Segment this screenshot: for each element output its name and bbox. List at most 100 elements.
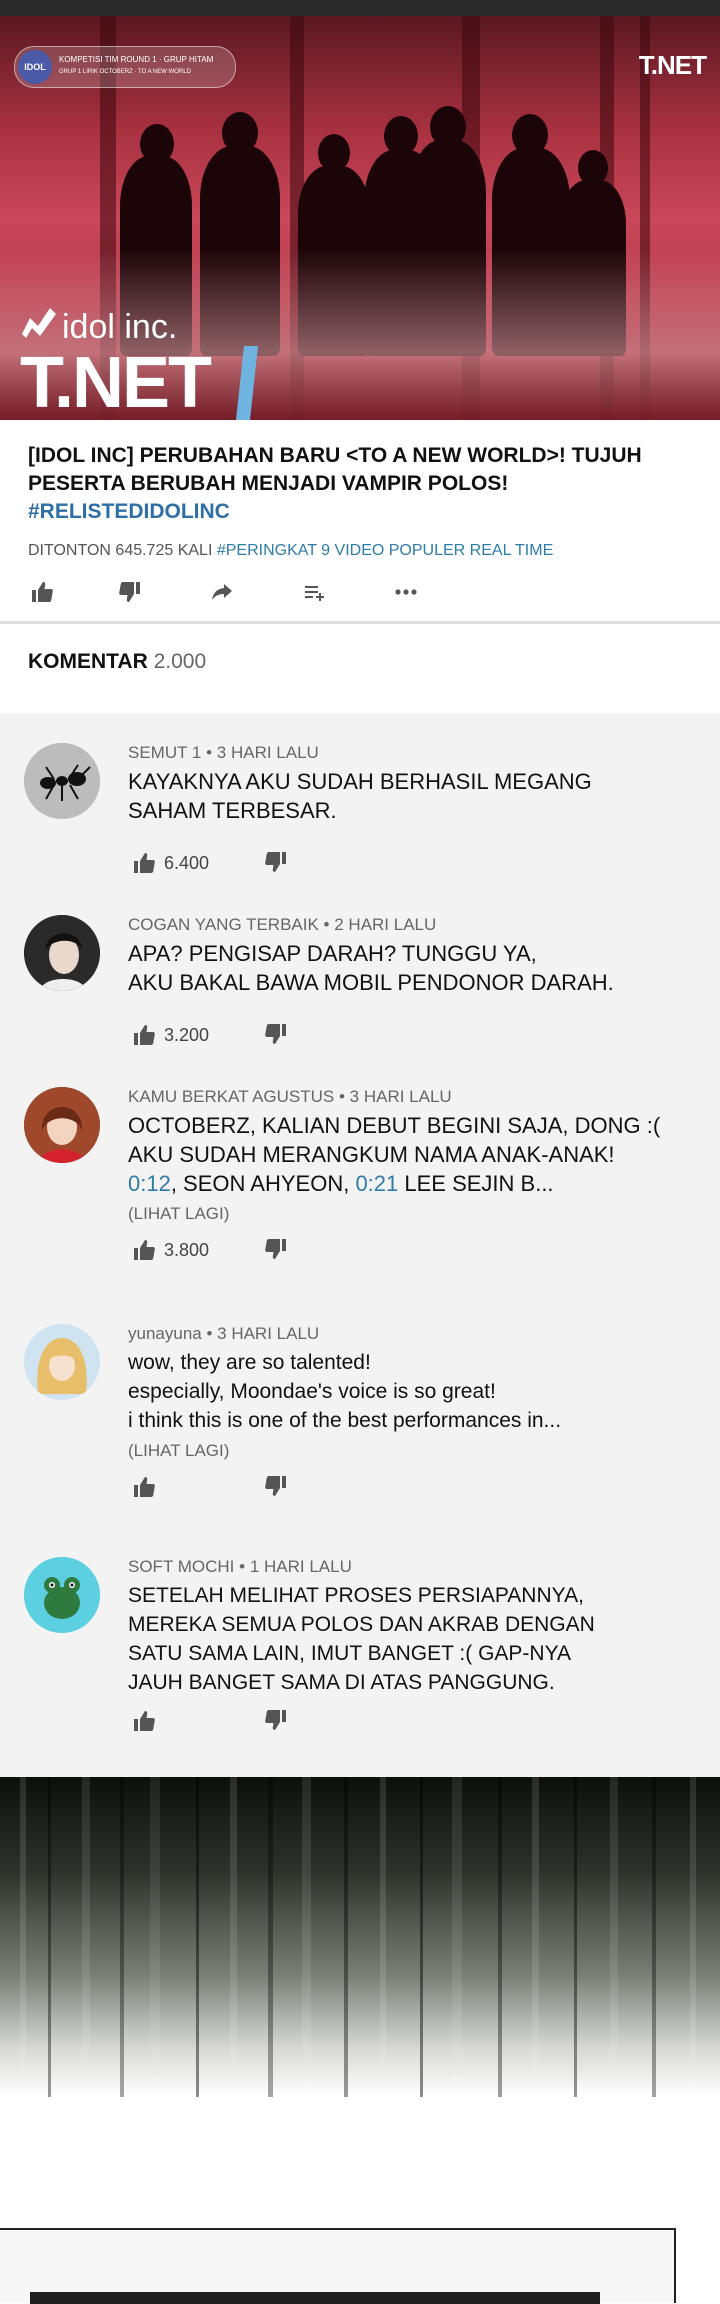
comment-text: OCTOBERZ, KALIAN DEBUT BEGINI SAJA, DONG… bbox=[128, 1111, 688, 1198]
comment-time: 2 HARI LALU bbox=[334, 915, 437, 934]
read-more-link[interactable]: (LIHAT LAGI) bbox=[128, 1441, 229, 1461]
share-button[interactable] bbox=[208, 578, 236, 606]
timestamp-link[interactable]: 0:21 bbox=[355, 1171, 398, 1196]
comment-time: 3 HARI LALU bbox=[216, 743, 319, 762]
ranking-link[interactable]: #PERINGKAT 9 VIDEO POPULER REAL TIME bbox=[217, 542, 553, 559]
comment-time: 1 HARI LALU bbox=[249, 1557, 352, 1576]
comment-line: 0:12, SEON AHYEON, 0:21 LEE SEJIN B... bbox=[128, 1169, 688, 1198]
comment-dislike-button[interactable] bbox=[264, 1022, 290, 1048]
like-count: 3.200 bbox=[164, 1024, 210, 1045]
dislike-icon bbox=[265, 1710, 286, 1730]
comment-author[interactable]: COGAN YANG TERBAIK bbox=[128, 915, 319, 934]
like-icon bbox=[134, 853, 155, 873]
divider bbox=[0, 621, 720, 624]
top-bar bbox=[0, 0, 720, 16]
comment-line: SATU SAMA LAIN, IMUT BANGET :( GAP-NYA bbox=[128, 1642, 572, 1665]
comment-author[interactable]: yunayuna bbox=[128, 1324, 202, 1343]
comment-line: especially, Moondae's voice is so great! bbox=[128, 1380, 496, 1403]
comment-text: KAYAKNYA AKU SUDAH BERHASIL MEGANG SAHAM… bbox=[128, 767, 688, 825]
read-more-link[interactable]: (LIHAT LAGI) bbox=[128, 1204, 229, 1224]
comment-list: SEMUT 1 • 3 HARI LALU KAYAKNYA AKU SUDAH… bbox=[0, 713, 720, 1777]
comment-time: 3 HARI LALU bbox=[349, 1087, 452, 1106]
dislike-icon bbox=[265, 1476, 286, 1496]
comment-meta: KAMU BERKAT AGUSTUS • 3 HARI LALU bbox=[128, 1087, 452, 1106]
girl-avatar-icon bbox=[24, 1087, 100, 1163]
dislike-icon bbox=[265, 1024, 286, 1044]
comment-line: SETELAH MELIHAT PROSES PERSIAPANNYA, bbox=[128, 1584, 584, 1607]
add-to-playlist-button[interactable] bbox=[300, 578, 328, 606]
comment-text-segment: , SEON AHYEON, bbox=[170, 1171, 356, 1196]
dislike-icon bbox=[119, 582, 140, 602]
comment-line: wow, they are so talented! bbox=[128, 1351, 371, 1374]
comment-dislike-button[interactable] bbox=[264, 850, 290, 876]
comment-line: OCTOBERZ, KALIAN DEBUT BEGINI SAJA, DONG… bbox=[128, 1113, 661, 1138]
like-count: 6.400 bbox=[164, 852, 210, 873]
timestamp-link[interactable]: 0:12 bbox=[128, 1171, 171, 1196]
comment-line: JAUH BANGET SAMA DI ATAS PANGGUNG. bbox=[128, 1671, 555, 1694]
more-icon bbox=[395, 589, 417, 595]
comment-line: KAYAKNYA AKU SUDAH BERHASIL MEGANG bbox=[128, 769, 592, 794]
like-icon bbox=[32, 582, 53, 602]
comment-like-button[interactable] bbox=[132, 1708, 164, 1734]
comment-like-button[interactable]: 6.400 bbox=[132, 850, 209, 876]
next-panel-content bbox=[30, 2292, 600, 2304]
comment-line: AKU BAKAL BAWA MOBIL PENDONOR DARAH. bbox=[128, 970, 614, 995]
view-count: DITONTON 645.725 KALI bbox=[28, 542, 213, 559]
comment-meta: SOFT MOCHI • 1 HARI LALU bbox=[128, 1557, 352, 1576]
badge-line-2: GRUP 1 LIRIK OCTOBERZ · TO A NEW WORLD bbox=[59, 69, 191, 75]
comment-line: APA? PENGISAP DARAH? TUNGGU YA, bbox=[128, 941, 537, 966]
avatar[interactable] bbox=[24, 1557, 100, 1633]
brand-title: T.NET bbox=[20, 343, 212, 420]
comments-count: 2.000 bbox=[153, 650, 207, 673]
avatar[interactable] bbox=[24, 915, 100, 991]
next-panel-frame bbox=[0, 2228, 676, 2304]
video-title-text: [IDOL INC] PERUBAHAN BARU <TO A NEW WORL… bbox=[28, 444, 642, 495]
dislike-icon bbox=[265, 852, 286, 872]
comment-dislike-button[interactable] bbox=[264, 1237, 290, 1263]
comment-author[interactable]: SEMUT 1 bbox=[128, 743, 201, 762]
comment-dislike-button[interactable] bbox=[264, 1708, 290, 1734]
channel-watermark: T.NET bbox=[638, 50, 707, 80]
comment-dislike-button[interactable] bbox=[264, 1474, 290, 1500]
comment-text: wow, they are so talented! especially, M… bbox=[128, 1348, 688, 1435]
brand-slash-mark bbox=[236, 346, 258, 420]
avatar[interactable] bbox=[24, 1324, 100, 1400]
badge-line-1: KOMPETISI TIM ROUND 1 · GRUP HITAM bbox=[59, 55, 214, 64]
like-icon bbox=[134, 1240, 155, 1260]
comments-header: KOMENTAR 2.000 bbox=[28, 650, 206, 674]
comment-meta: SEMUT 1 • 3 HARI LALU bbox=[128, 743, 319, 762]
video-thumbnail[interactable]: IDOL KOMPETISI TIM ROUND 1 · GRUP HITAM … bbox=[0, 16, 720, 420]
comments-label: KOMENTAR bbox=[28, 650, 148, 673]
comment-line: i think this is one of the best performa… bbox=[128, 1409, 562, 1432]
dislike-button[interactable] bbox=[116, 578, 144, 606]
hashtag-link[interactable]: #RELISTEDIDOLINC bbox=[28, 500, 230, 523]
man-avatar-icon bbox=[24, 915, 100, 991]
like-icon bbox=[134, 1025, 155, 1045]
like-button[interactable] bbox=[28, 578, 56, 606]
dislike-icon bbox=[265, 1239, 286, 1259]
video-title: [IDOL INC] PERUBAHAN BARU <TO A NEW WORL… bbox=[28, 442, 698, 526]
idol-logo: IDOL bbox=[18, 50, 52, 84]
ant-avatar-icon bbox=[24, 743, 100, 819]
speedline-panel bbox=[0, 1777, 720, 2097]
idol-inc-logo-icon bbox=[22, 308, 56, 338]
comment-line: MEREKA SEMUA POLOS DAN AKRAB DENGAN bbox=[128, 1613, 595, 1636]
avatar[interactable] bbox=[24, 743, 100, 819]
avatar[interactable] bbox=[24, 1087, 100, 1163]
comment-meta: yunayuna • 3 HARI LALU bbox=[128, 1324, 320, 1343]
comment-like-button[interactable]: 3.200 bbox=[132, 1022, 209, 1048]
comment-like-button[interactable] bbox=[132, 1474, 164, 1500]
comment-meta: COGAN YANG TERBAIK • 2 HARI LALU bbox=[128, 915, 437, 934]
comment-author[interactable]: SOFT MOCHI bbox=[128, 1557, 234, 1576]
like-icon bbox=[134, 1477, 155, 1497]
comment-line: AKU SUDAH MERANGKUM NAMA ANAK-ANAK! bbox=[128, 1142, 615, 1167]
comment-like-button[interactable]: 3.800 bbox=[132, 1237, 209, 1263]
frog-avatar-icon bbox=[24, 1557, 100, 1633]
comment-time: 3 HARI LALU bbox=[217, 1324, 320, 1343]
add-to-playlist-icon bbox=[305, 586, 324, 601]
comment-author[interactable]: KAMU BERKAT AGUSTUS bbox=[128, 1087, 334, 1106]
comment-text: SETELAH MELIHAT PROSES PERSIAPANNYA, MER… bbox=[128, 1581, 688, 1697]
comment-text: APA? PENGISAP DARAH? TUNGGU YA, AKU BAKA… bbox=[128, 939, 688, 997]
more-button[interactable] bbox=[392, 578, 420, 606]
comment-text-segment: LEE SEJIN B... bbox=[398, 1171, 554, 1196]
